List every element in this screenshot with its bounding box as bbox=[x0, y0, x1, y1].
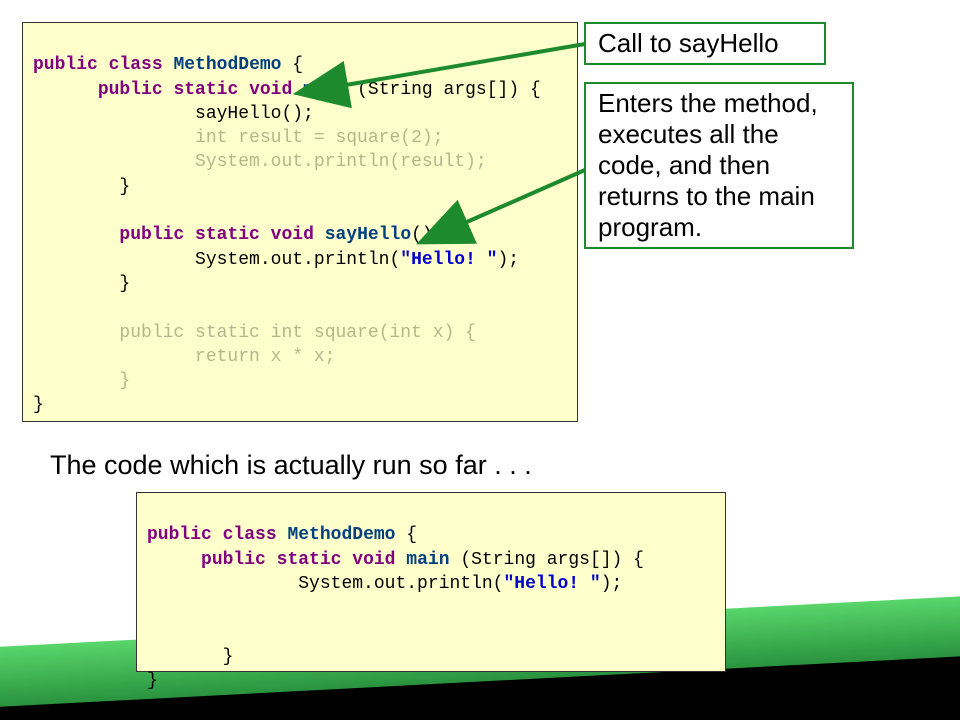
brace: { bbox=[395, 525, 417, 545]
params: (String args[]) { bbox=[450, 550, 644, 570]
dim-line-println: System.out.println(result); bbox=[195, 152, 487, 172]
println-call: System.out.println( bbox=[195, 250, 400, 270]
callout-text: Call to sayHello bbox=[598, 28, 779, 58]
caption-code-run-so-far: The code which is actually run so far . … bbox=[50, 450, 532, 481]
kw-class: class bbox=[109, 55, 163, 75]
brace-close-outer: } bbox=[33, 395, 44, 415]
kw-public: public bbox=[98, 80, 163, 100]
method-main: main bbox=[406, 550, 449, 570]
class-name: MethodDemo bbox=[173, 55, 281, 75]
callout-call-to-sayhello: Call to sayHello bbox=[584, 22, 826, 65]
kw-class: class bbox=[223, 525, 277, 545]
kw-void: void bbox=[271, 225, 314, 245]
kw-public: public bbox=[147, 525, 212, 545]
kw-void: void bbox=[352, 550, 395, 570]
callout-enters-method: Enters the method, executes all the code… bbox=[584, 82, 854, 249]
println-close: ); bbox=[601, 574, 623, 594]
code-box-bottom: public class MethodDemo { public static … bbox=[136, 492, 726, 672]
class-name: MethodDemo bbox=[287, 525, 395, 545]
kw-void: void bbox=[249, 80, 292, 100]
string-hello: "Hello! " bbox=[400, 250, 497, 270]
code-box-top: public class MethodDemo { public static … bbox=[22, 22, 578, 422]
println-call: System.out.println( bbox=[298, 574, 503, 594]
brace-close: } bbox=[119, 274, 130, 294]
println-close: ); bbox=[497, 250, 519, 270]
kw-public: public bbox=[33, 55, 98, 75]
string-hello: "Hello! " bbox=[503, 574, 600, 594]
dim-return-line: return x * x; bbox=[195, 347, 335, 367]
kw-static: static bbox=[173, 80, 238, 100]
brace: { bbox=[281, 55, 303, 75]
kw-public: public bbox=[201, 550, 266, 570]
dim-line-result: int result = square(2); bbox=[195, 128, 443, 148]
kw-static: static bbox=[277, 550, 342, 570]
brace-close-outer: } bbox=[147, 671, 158, 691]
callout-text: Enters the method, executes all the code… bbox=[598, 88, 818, 242]
brace-close: } bbox=[223, 647, 234, 667]
params: () { bbox=[411, 225, 454, 245]
params: (String args[]) { bbox=[346, 80, 540, 100]
call-sayhello: sayHello(); bbox=[195, 104, 314, 124]
method-main: main bbox=[303, 80, 346, 100]
dim-square-sig: public static int square(int x) { bbox=[119, 323, 476, 343]
dim-brace-close: } bbox=[119, 371, 130, 391]
kw-public: public bbox=[119, 225, 184, 245]
method-sayhello: sayHello bbox=[325, 225, 411, 245]
brace-close: } bbox=[119, 177, 130, 197]
kw-static: static bbox=[195, 225, 260, 245]
